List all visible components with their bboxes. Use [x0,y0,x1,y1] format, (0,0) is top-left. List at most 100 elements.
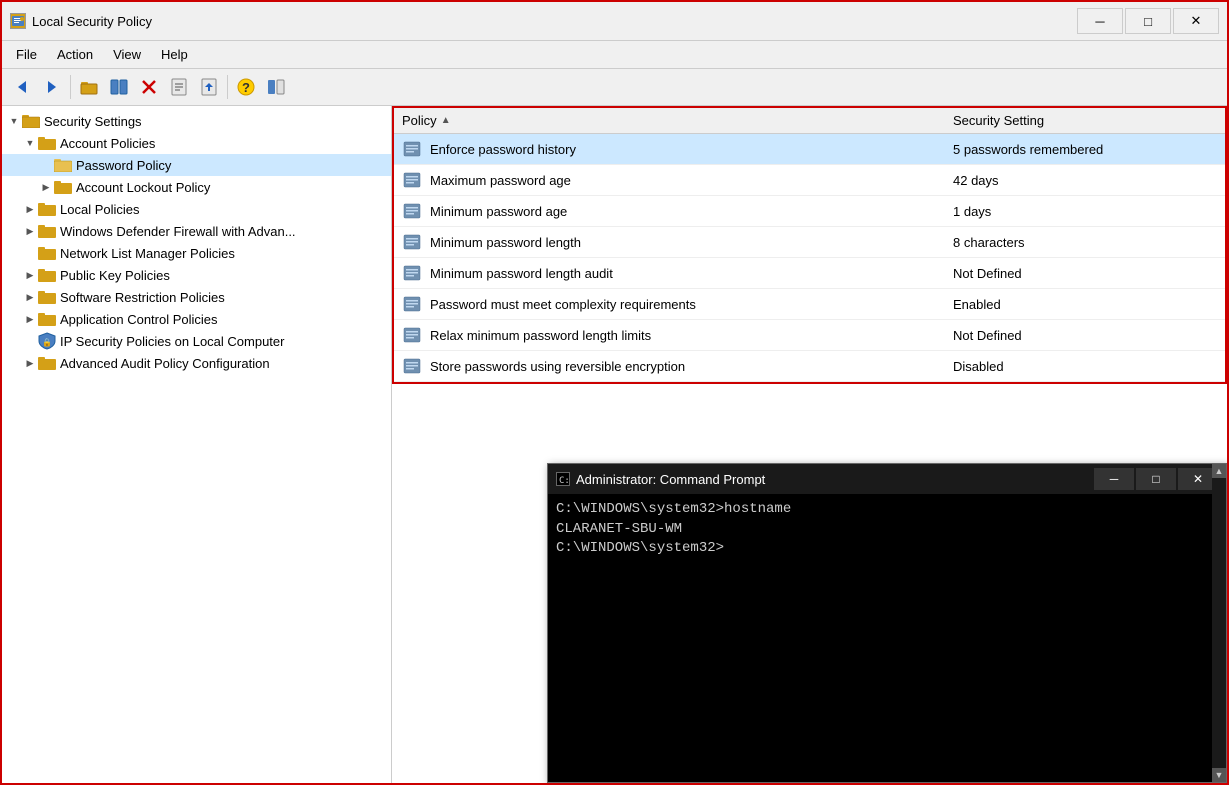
open-folder-button[interactable] [75,73,103,101]
folder-icon-network [38,246,56,260]
sidebar-item-password-policy[interactable]: ▶ Password Policy [2,154,391,176]
folder-icon-audit [38,356,56,370]
folder-icon-lockout [54,180,72,194]
policy-setting-enforce-history: 5 passwords remembered [945,140,1225,159]
menu-help[interactable]: Help [151,43,198,66]
sidebar-item-security-settings[interactable]: ▼ Security Settings [2,110,391,132]
folder-icon-defender [38,224,56,238]
policy-icon-enforce-history [400,137,424,161]
export-button[interactable] [195,73,223,101]
view-button[interactable] [262,73,290,101]
policy-name-enforce-history: Enforce password history [430,140,945,159]
sidebar-label-advanced-audit: Advanced Audit Policy Configuration [60,356,270,371]
sidebar-item-ip-security[interactable]: ▶ 🔒 IP Security Policies on Local Comput… [2,330,391,352]
show-hide-button[interactable] [105,73,133,101]
sidebar-item-advanced-audit[interactable]: ▶ Advanced Audit Policy Configuration [2,352,391,374]
sidebar-label-ip-security: IP Security Policies on Local Computer [60,334,284,349]
cmd-scroll-track [1212,494,1226,768]
sidebar-label-public-key: Public Key Policies [60,268,170,283]
title-bar-left: Local Security Policy [10,13,152,29]
folder-icon-software [38,290,56,304]
sidebar-label-software-restriction: Software Restriction Policies [60,290,225,305]
cmd-window: C: Administrator: Command Prompt ─ □ ✕ C… [547,463,1227,783]
cmd-minimize-button[interactable]: ─ [1094,468,1134,490]
back-button[interactable] [8,73,36,101]
content-area: ▼ Security Settings ▼ [2,106,1227,783]
cmd-title-text: Administrator: Command Prompt [576,472,765,487]
sidebar-label-app-control: Application Control Policies [60,312,218,327]
sidebar-item-windows-defender[interactable]: ▶ Windows Defender Firewall with Advan..… [2,220,391,242]
sidebar-label-local-policies: Local Policies [60,202,140,217]
expander-security: ▼ [6,113,22,129]
policy-name-complexity: Password must meet complexity requiremen… [430,295,945,314]
policy-row-max-age[interactable]: Maximum password age42 days [394,165,1225,196]
expander-software: ▶ [22,289,38,305]
properties-button[interactable] [165,73,193,101]
policy-table-wrapper: Policy ▲ Security Setting Enforce passwo… [392,106,1227,384]
sidebar-label-network-list: Network List Manager Policies [60,246,235,261]
cmd-line: C:\WINDOWS\system32> [556,539,1218,559]
toolbar-separator-2 [227,75,228,99]
sidebar-item-app-control[interactable]: ▶ Application Control Policies [2,308,391,330]
policy-setting-store-reversible: Disabled [945,357,1225,376]
policy-row-min-length-audit[interactable]: Minimum password length auditNot Defined [394,258,1225,289]
sidebar-item-public-key[interactable]: ▶ Public Key Policies [2,264,391,286]
policy-setting-min-age: 1 days [945,202,1225,221]
main-window: Local Security Policy ─ □ ✕ File Action … [0,0,1229,785]
policy-row-complexity[interactable]: Password must meet complexity requiremen… [394,289,1225,320]
folder-icon-public-key [38,268,56,282]
folder-icon-security [22,114,40,128]
delete-button[interactable] [135,73,163,101]
svg-text:C:: C: [559,476,569,485]
window-title: Local Security Policy [32,14,152,29]
forward-button[interactable] [38,73,66,101]
sidebar-item-software-restriction[interactable]: ▶ Software Restriction Policies [2,286,391,308]
expander-defender: ▶ [22,223,38,239]
policy-icon-min-age [400,199,424,223]
menu-view[interactable]: View [103,43,151,66]
policy-row-store-reversible[interactable]: Store passwords using reversible encrypt… [394,351,1225,382]
cmd-body[interactable]: C:\WINDOWS\system32>hostnameCLARANET-SBU… [548,494,1226,782]
header-setting: Security Setting [945,108,1225,133]
policy-row-relax-limits[interactable]: Relax minimum password length limitsNot … [394,320,1225,351]
policy-setting-min-length: 8 characters [945,233,1225,252]
toolbar-separator-1 [70,75,71,99]
policy-icon-store-reversible [400,354,424,378]
close-button[interactable]: ✕ [1173,8,1219,34]
svg-text:🔒: 🔒 [42,338,52,347]
policy-row-min-age[interactable]: Minimum password age1 days [394,196,1225,227]
cmd-maximize-button[interactable]: □ [1136,468,1176,490]
sidebar-item-local-policies[interactable]: ▶ Local Policies [2,198,391,220]
folder-icon-app-control [38,312,56,326]
sidebar-item-account-policies[interactable]: ▼ Account Policies [2,132,391,154]
sidebar-item-account-lockout[interactable]: ▶ Account Lockout Policy [2,176,391,198]
policy-row-enforce-history[interactable]: Enforce password history5 passwords reme… [394,134,1225,165]
maximize-button[interactable]: □ [1125,8,1171,34]
title-controls: ─ □ ✕ [1077,8,1219,34]
cmd-scrollbar[interactable]: ▲ ▼ [1212,494,1226,782]
cmd-scroll-down-button[interactable]: ▼ [1212,768,1226,782]
policy-rows-container: Enforce password history5 passwords reme… [394,134,1225,382]
sidebar-label-windows-defender: Windows Defender Firewall with Advan... [60,224,296,239]
minimize-button[interactable]: ─ [1077,8,1123,34]
menu-action[interactable]: Action [47,43,103,66]
policy-icon-relax-limits [400,323,424,347]
shield-icon-ip: 🔒 [38,334,56,348]
policy-icon-complexity [400,292,424,316]
sidebar-label-account-policies: Account Policies [60,136,155,151]
policy-row-min-length[interactable]: Minimum password length8 characters [394,227,1225,258]
cmd-app-icon: C: [556,472,570,486]
sidebar-item-network-list[interactable]: ▶ Network List Manager Policies [2,242,391,264]
expander-public-key: ▶ [22,267,38,283]
policy-name-store-reversible: Store passwords using reversible encrypt… [430,357,945,376]
folder-icon-local [38,202,56,216]
help-button[interactable]: ? [232,73,260,101]
sort-arrow-icon: ▲ [441,115,451,126]
header-policy: Policy ▲ [394,108,945,133]
policy-setting-complexity: Enabled [945,295,1225,314]
policy-icon-min-length [400,230,424,254]
cmd-line: CLARANET-SBU-WM [556,520,1218,540]
policy-name-min-age: Minimum password age [430,202,945,221]
cmd-title-bar: C: Administrator: Command Prompt ─ □ ✕ [548,464,1226,494]
menu-file[interactable]: File [6,43,47,66]
